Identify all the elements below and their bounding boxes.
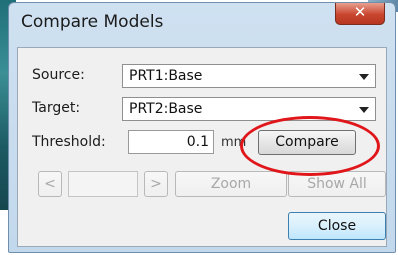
dialog-title: Compare Models (21, 12, 164, 32)
threshold-input[interactable]: 0.1 (128, 130, 214, 154)
zoom-button[interactable]: Zoom (175, 171, 287, 197)
title-close-button[interactable]: ✕ (335, 3, 385, 25)
chevron-down-icon (359, 107, 369, 113)
close-icon: ✕ (353, 3, 367, 21)
close-button[interactable]: Close (288, 212, 386, 240)
target-select[interactable]: PRT2:Base (122, 97, 376, 121)
previous-button[interactable]: < (38, 171, 62, 197)
source-select-value: PRT1:Base (129, 68, 203, 84)
target-label: Target: (32, 100, 81, 116)
threshold-label: Threshold: (32, 134, 106, 150)
next-button[interactable]: > (144, 171, 168, 197)
source-label: Source: (32, 67, 85, 83)
source-select[interactable]: PRT1:Base (122, 64, 376, 88)
chevron-down-icon (359, 74, 369, 80)
result-index-field (68, 171, 138, 197)
target-select-value: PRT2:Base (129, 101, 203, 117)
annotation-highlight-ring (240, 116, 380, 176)
